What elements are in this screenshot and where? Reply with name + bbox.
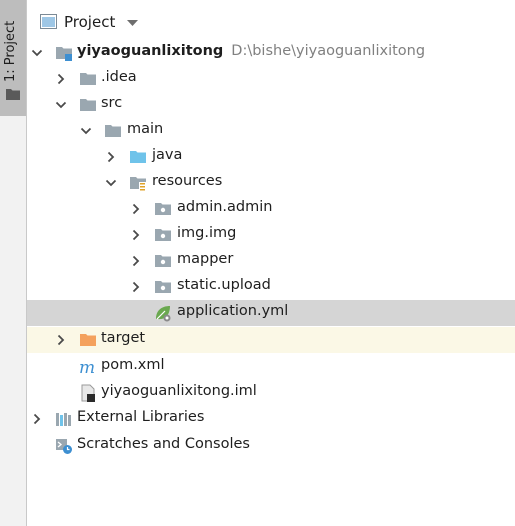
tree-label-admin: admin.admin [177,199,273,215]
project-view-icon [40,14,57,29]
chevron-right-icon[interactable] [55,73,67,85]
folder-icon [105,125,121,137]
view-selector-label[interactable]: Project [64,13,115,31]
tree-row-resources[interactable]: resources [27,170,515,196]
tree-row-java[interactable]: java [27,144,515,170]
package-folder-icon [155,229,171,241]
tree-label-src: src [101,95,123,111]
tree-row-pom[interactable]: m pom.xml [27,354,515,380]
folder-icon [6,89,20,100]
package-folder-icon [155,281,171,293]
maven-icon: m [79,358,95,376]
spring-leaf-icon [156,306,171,322]
chevron-right-icon[interactable] [130,203,142,215]
project-header: Project [27,0,515,44]
tree-row-main[interactable]: main [27,118,515,144]
chevron-right-icon[interactable] [130,281,142,293]
chevron-right-icon[interactable] [55,334,67,346]
libraries-icon [56,413,71,426]
package-folder-icon [155,203,171,215]
chevron-right-icon[interactable] [31,413,43,425]
package-folder-icon [155,255,171,267]
tree-label-application: application.yml [177,303,289,319]
root-path: D:\bishe\yiyaoguanlixitong [231,43,426,59]
tree-label-external-libraries: External Libraries [77,409,205,425]
tree-label-img: img.img [177,225,237,241]
tree-label-target: target [101,330,146,346]
tree-row-target[interactable]: target [27,327,515,353]
tree-row-scratches[interactable]: Scratches and Consoles [27,433,515,459]
tree-label-main: main [127,121,164,137]
iml-file-icon [81,384,95,402]
tree-row-static[interactable]: static.upload [27,274,515,300]
chevron-down-icon[interactable] [31,47,43,59]
tree-label-mapper: mapper [177,251,234,267]
tree-row-img[interactable]: img.img [27,222,515,248]
tree-label-pom: pom.xml [101,357,165,373]
tree-label-idea: .idea [101,69,137,85]
tree-label-resources: resources [152,173,223,189]
project-stripe-tab[interactable]: 1: Project [0,0,26,116]
dropdown-arrow-icon[interactable] [127,20,138,27]
tree-row-admin[interactable]: admin.admin [27,196,515,222]
chevron-right-icon[interactable] [105,151,117,163]
tree-label-scratches: Scratches and Consoles [77,436,250,452]
chevron-right-icon[interactable] [130,229,142,241]
source-folder-icon [130,151,146,163]
excluded-folder-icon [80,334,96,346]
chevron-down-icon[interactable] [105,177,117,189]
svg-text:m: m [79,358,95,376]
tree-label-iml: yiyaoguanlixitong.iml [101,383,257,399]
folder-icon [80,99,96,111]
chevron-right-icon[interactable] [130,255,142,267]
tree-row-iml[interactable]: yiyaoguanlixitong.iml [27,380,515,406]
chevron-down-icon[interactable] [55,99,67,111]
tree-row-mapper[interactable]: mapper [27,248,515,274]
tree-row-idea[interactable]: .idea [27,66,515,92]
tree-label-java: java [152,147,183,163]
project-tool-window: 1: Project Project yiyaoguanlixitong D:\b… [0,0,515,526]
tree-label-root: yiyaoguanlixitong D:\bishe\yiyaoguanlixit… [77,43,426,59]
tree-row-src[interactable]: src [27,92,515,118]
folder-icon [80,73,96,85]
resources-folder-icon [130,177,146,191]
tool-window-stripe: 1: Project [0,0,27,526]
project-stripe-label: 1: Project [3,20,18,82]
tree-row-root[interactable]: yiyaoguanlixitong D:\bishe\yiyaoguanlixit… [27,40,515,66]
tree-label-static: static.upload [177,277,271,293]
tree-row-application[interactable]: application.yml [27,300,515,326]
module-folder-icon [56,47,72,61]
chevron-down-icon[interactable] [80,125,92,137]
tree-row-external-libraries[interactable]: External Libraries [27,406,515,432]
scratches-icon [56,439,72,454]
